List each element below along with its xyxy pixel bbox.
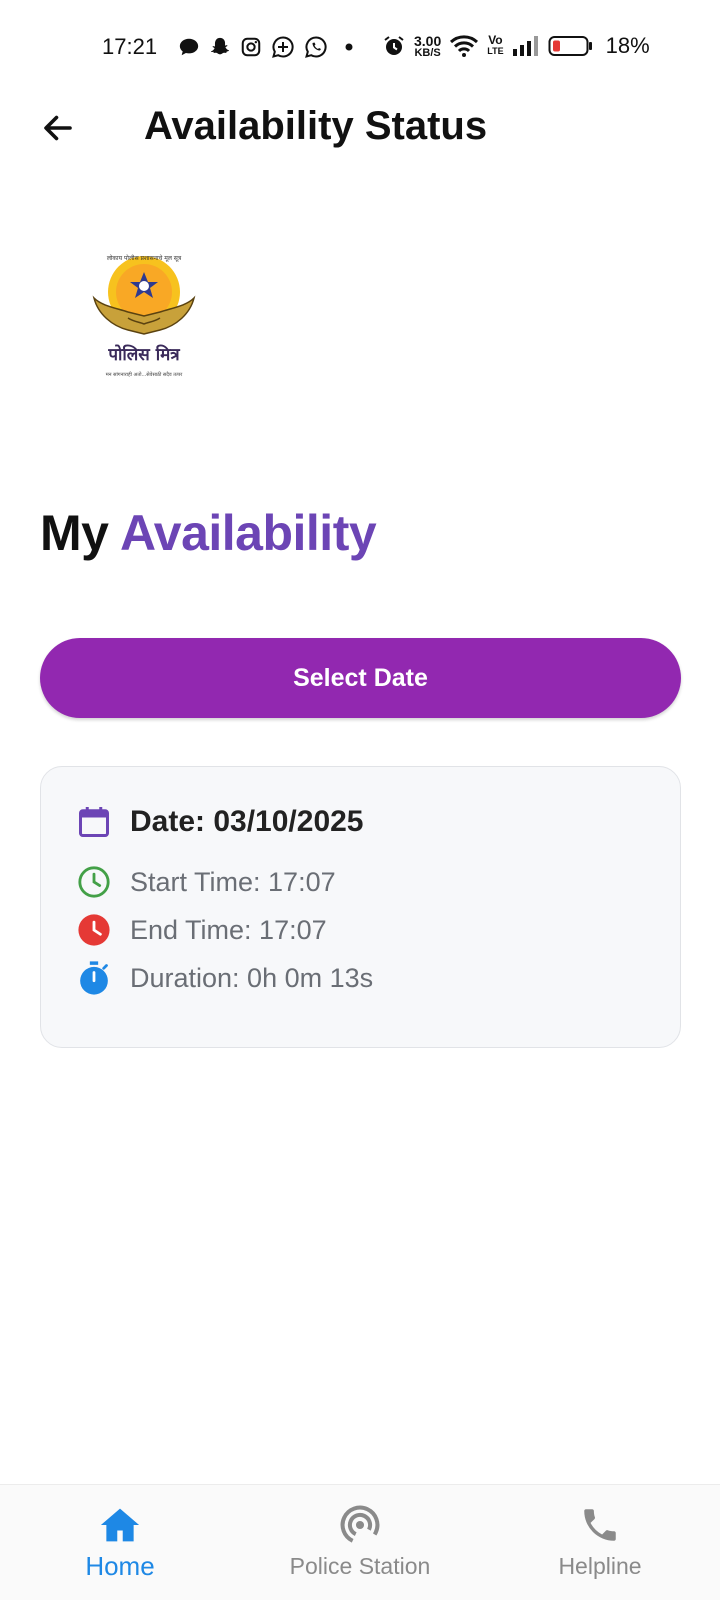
volte-bottom: LTE (487, 46, 504, 56)
nav-police-station[interactable]: Police Station (260, 1485, 460, 1600)
battery-percent: 18% (605, 33, 650, 58)
volte-top: Vo (488, 33, 503, 47)
whatsapp-business-icon (272, 36, 294, 58)
page-title: Availability Status (144, 104, 488, 148)
nav-home-label: Home (85, 1551, 155, 1581)
radar-icon (338, 1503, 382, 1547)
more-dot-icon (345, 43, 353, 51)
status-time: 17:21 (102, 34, 158, 59)
heading-part1: My (40, 505, 109, 561)
system-status-icons: 3.00 KB/S Vo LTE 18% (382, 32, 650, 60)
duration-row: Duration: 0h 0m 13s (76, 960, 373, 996)
calendar-icon (76, 804, 112, 840)
app-bar: Availability Status (0, 96, 720, 160)
nav-helpline[interactable]: Helpline (500, 1485, 700, 1600)
network-speed-unit: KB/S (414, 46, 441, 59)
snapchat-icon (210, 37, 230, 55)
logo-tagline: मन सांगनाराही अतो...सेवेसाठी सदैव तत्पर (105, 372, 183, 378)
signal-icon (512, 36, 538, 56)
logo-arc-text: लोकाय पोलीस प्रशासनाचे मूल सूत्र (106, 255, 182, 262)
heading-part2: Availability (120, 505, 377, 561)
chat-bubble-icon (179, 38, 199, 56)
instagram-icon (241, 37, 261, 57)
end-time-row: End Time: 17:07 (76, 912, 327, 948)
stopwatch-icon (76, 960, 112, 996)
status-bar: 17:21 3.00 KB/S Vo LTE 18% (0, 0, 720, 96)
battery-icon (548, 36, 592, 56)
network-speed: 3.00 KB/S (414, 34, 441, 59)
whatsapp-icon (305, 36, 327, 58)
clock-icon (76, 864, 112, 900)
wifi-icon (450, 35, 479, 57)
date-row: Date: 03/10/2025 (76, 804, 364, 840)
start-time-row: Start Time: 17:07 (76, 864, 336, 900)
duration-text: Duration: 0h 0m 13s (130, 962, 374, 993)
start-time-text: Start Time: 17:07 (130, 866, 336, 897)
my-availability-heading: My Availability (40, 504, 377, 562)
network-speed-value: 3.00 (414, 32, 442, 49)
bottom-navigation: Home Police Station Helpline (0, 1484, 720, 1600)
alarm-icon (384, 36, 404, 55)
clock-filled-icon (76, 912, 112, 948)
logo-caption: पोलिस मित्र (108, 345, 180, 365)
phone-icon (578, 1503, 622, 1547)
arrow-back-icon (44, 115, 72, 141)
end-time-text: End Time: 17:07 (130, 914, 327, 945)
nav-police-station-label: Police Station (289, 1553, 431, 1579)
notification-icons (178, 34, 361, 60)
select-date-button[interactable]: Select Date (40, 638, 681, 718)
home-icon (98, 1503, 142, 1547)
nav-helpline-label: Helpline (558, 1553, 642, 1579)
back-button[interactable] (36, 106, 80, 150)
nav-home[interactable]: Home (20, 1485, 220, 1600)
date-text: Date: 03/10/2025 (130, 805, 364, 838)
volte-indicator: Vo LTE (487, 33, 504, 57)
